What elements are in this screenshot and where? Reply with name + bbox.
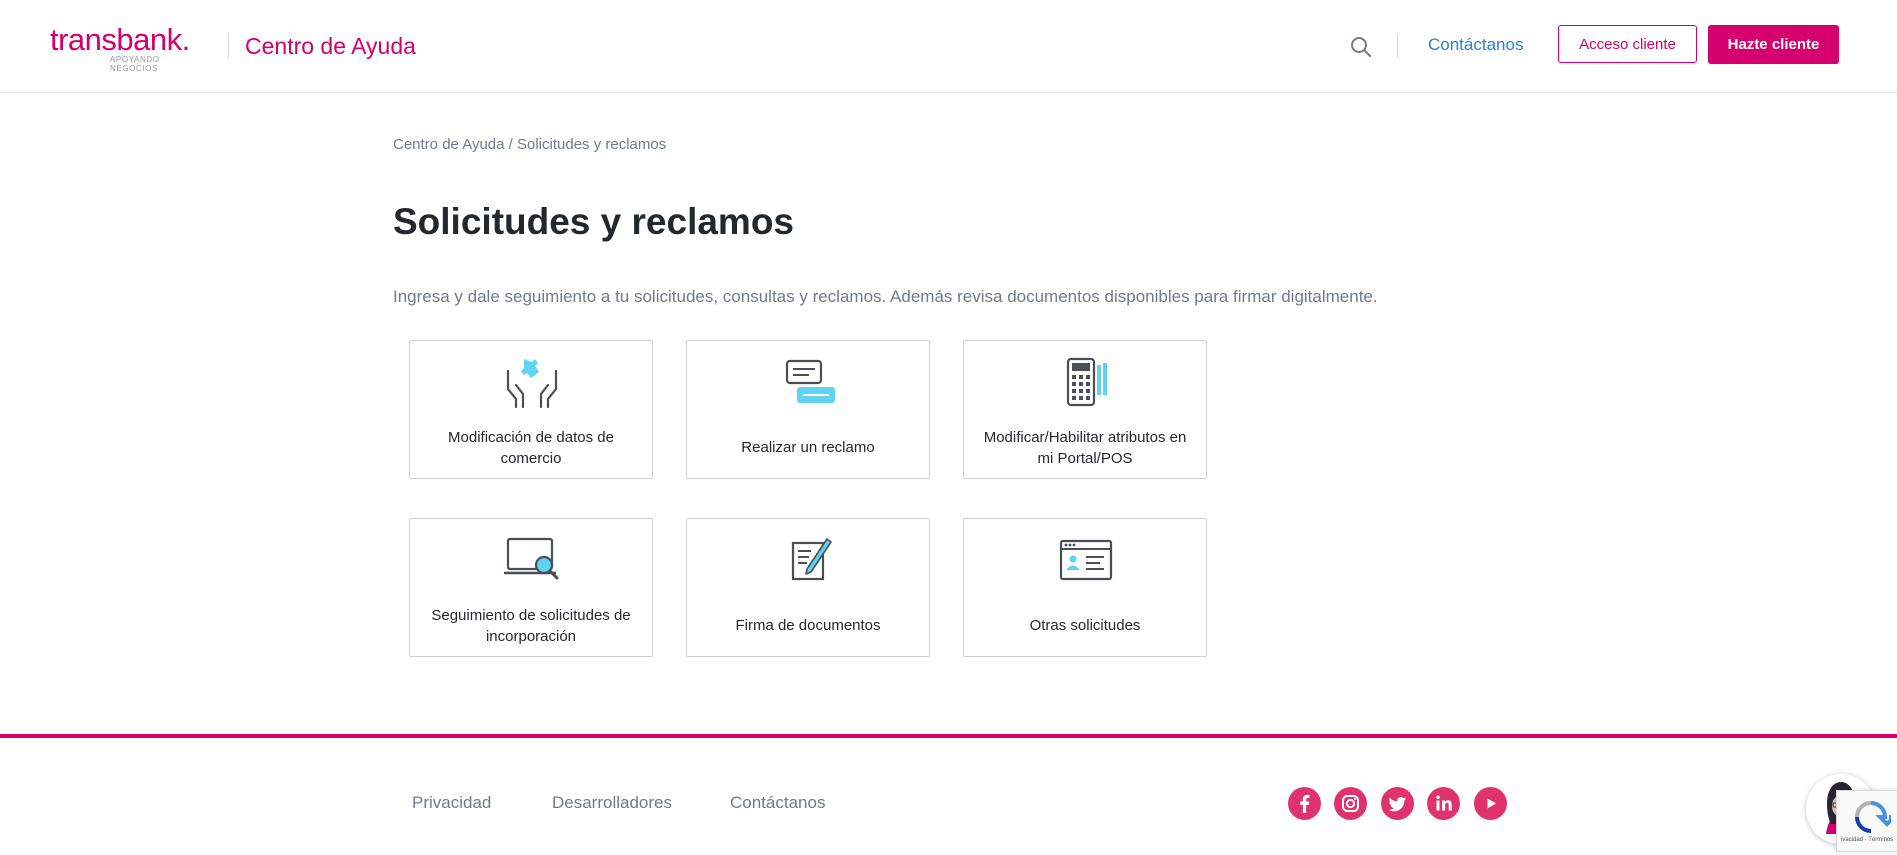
page-subtitle: Ingresa y dale seguimiento a tu solicitu… <box>393 287 1378 306</box>
linkedin-icon[interactable] <box>1427 787 1460 820</box>
logo-tagline: APOYANDO NEGOCIOS <box>110 55 160 73</box>
card-modify-portal-pos[interactable]: Modificar/Habilitar atributos en mi Port… <box>963 340 1207 479</box>
card-sign-documents[interactable]: Firma de documentos <box>686 518 930 657</box>
recaptcha-icon <box>1855 801 1891 833</box>
card-file-complaint[interactable]: Realizar un reclamo <box>686 340 930 479</box>
recaptcha-text: ivacidad - Términos <box>1841 837 1894 843</box>
card-other-requests[interactable]: Otras solicitudes <box>963 518 1207 657</box>
footer-link-contact[interactable]: Contáctanos <box>730 792 825 814</box>
recaptcha-badge: ivacidad - Términos <box>1836 790 1897 852</box>
footer-link-developers[interactable]: Desarrolladores <box>552 792 672 814</box>
card-label: Modificar/Habilitar atributos en mi Port… <box>983 429 1187 467</box>
breadcrumb-current: Solicitudes y reclamos <box>517 136 667 153</box>
header-divider-2 <box>1397 33 1398 57</box>
logo-wordmark: transbank. <box>50 22 190 57</box>
pos-terminal-icon <box>1056 357 1116 409</box>
page-title: Solicitudes y reclamos <box>393 201 795 242</box>
instagram-icon[interactable] <box>1334 787 1367 820</box>
twitter-icon[interactable] <box>1381 787 1414 820</box>
breadcrumb: Centro de Ayuda / Solicitudes y reclamos <box>393 136 666 153</box>
client-access-button[interactable]: Acceso cliente <box>1558 25 1697 63</box>
header-divider <box>228 33 229 59</box>
card-label: Realizar un reclamo <box>741 439 875 456</box>
card-label: Seguimiento de solicitudes de incorporac… <box>431 607 631 645</box>
facebook-icon[interactable] <box>1288 787 1321 820</box>
site-title-link[interactable]: Centro de Ayuda <box>245 31 416 61</box>
card-modify-merchant-data[interactable]: Modificación de datos de comercio <box>409 340 653 479</box>
breadcrumb-home[interactable]: Centro de Ayuda <box>393 136 504 153</box>
become-client-button[interactable]: Hazte cliente <box>1708 25 1839 64</box>
hands-puzzle-icon <box>502 357 562 409</box>
footer-link-privacy[interactable]: Privacidad <box>412 792 491 814</box>
youtube-icon[interactable] <box>1474 787 1507 820</box>
transbank-logo[interactable]: transbank. APOYANDO NEGOCIOS <box>50 22 202 73</box>
card-label: Firma de documentos <box>735 617 881 634</box>
breadcrumb-separator: / <box>504 136 517 153</box>
card-label: Modificación de datos de comercio <box>448 429 614 467</box>
card-track-incorporation[interactable]: Seguimiento de solicitudes de incorporac… <box>409 518 653 657</box>
message-bubbles-icon <box>779 357 839 409</box>
contact-link[interactable]: Contáctanos <box>1428 34 1523 56</box>
card-label: Otras solicitudes <box>1029 617 1141 634</box>
site-header: transbank. APOYANDO NEGOCIOS Centro de A… <box>0 0 1897 93</box>
search-icon[interactable] <box>1349 35 1373 59</box>
document-sign-icon <box>779 535 839 587</box>
browser-profile-icon <box>1056 535 1116 587</box>
footer-divider <box>0 734 1897 738</box>
laptop-search-icon <box>502 535 562 587</box>
